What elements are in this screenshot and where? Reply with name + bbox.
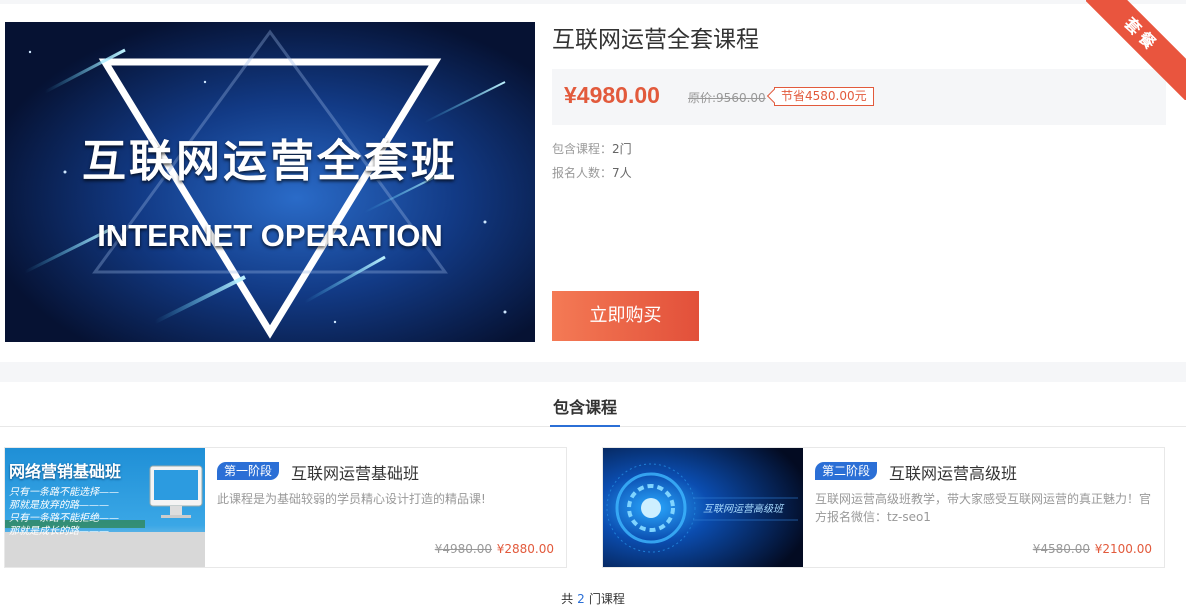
thumbnail-caption: 只有一条路不能选择—— 那就是放弃的路——— 只有一条路不能拒绝—— 那就是成长…: [9, 486, 119, 538]
included-courses-row: 包含课程：2门: [552, 137, 1166, 161]
course-count-number: 2: [577, 592, 585, 606]
top-divider: [0, 0, 1186, 4]
current-price: ¥4980.00: [564, 82, 660, 108]
card-original-price: ¥4580.00: [1032, 542, 1090, 556]
card-description: 互联网运营高级班教学，带大家感受互联网运营的真正魅力！官方报名微信：tz-seo…: [815, 492, 1152, 524]
course-info-panel: 互联网运营全套课程 ¥4980.00 原价:9560.00 节省4580.00元…: [552, 22, 1166, 341]
enrolled-count-value: 7人: [612, 166, 632, 180]
course-title: 互联网运营全套课程: [552, 27, 759, 53]
tab-bar: 包含课程: [0, 382, 1186, 427]
original-price: 原价:9560.00: [688, 91, 766, 105]
card-description: 此课程是为基础较弱的学员精心设计打造的精品课!: [217, 492, 486, 506]
card-course-name[interactable]: 互联网运营基础班: [291, 460, 419, 484]
course-meta: 包含课程：2门 报名人数：7人: [552, 137, 1166, 185]
buy-now-button[interactable]: 立即购买: [552, 291, 699, 341]
card-current-price: ¥2100.00: [1094, 542, 1152, 556]
stage-badge: 第一阶段: [217, 462, 280, 480]
thumbnail-caption-line: 只有一条路不能选择——: [9, 487, 119, 498]
thumbnail-caption-line: 只有一条路不能拒绝——: [9, 513, 119, 524]
course-banner-image: 互联网运营全套班 INTERNET OPERATION: [5, 22, 535, 342]
section-separator: [0, 362, 1186, 382]
card-course-name[interactable]: 互联网运营高级班: [889, 460, 1017, 484]
course-thumbnail: 网络营销基础班 只有一条路不能选择—— 那就是放弃的路——— 只有一条路不能拒绝…: [5, 448, 205, 567]
included-courses-value: 2门: [612, 142, 632, 156]
tab-included-courses[interactable]: 包含课程: [550, 394, 620, 427]
package-ribbon-label: 套餐: [1086, 0, 1186, 100]
course-count: 共 2 门课程: [0, 590, 1186, 607]
card-current-price: ¥2880.00: [496, 542, 554, 556]
banner-title-cn: 互联网运营全套班: [82, 136, 458, 187]
course-package-page: 互联网运营全套班 INTERNET OPERATION 互联网运营全套课程 ¥4…: [0, 0, 1186, 610]
course-count-suffix: 门课程: [588, 592, 625, 606]
card-original-price: ¥4980.00: [434, 542, 492, 556]
enrolled-count-label: 报名人数：: [552, 166, 613, 180]
package-ribbon: 套餐: [1086, 0, 1186, 100]
thumbnail-title: 互联网运营高级班: [703, 504, 783, 515]
course-count-prefix: 共: [561, 592, 574, 606]
savings-tag: 节省4580.00元: [774, 87, 874, 106]
stage-badge: 第二阶段: [815, 462, 878, 480]
included-courses-label: 包含课程：: [552, 142, 613, 156]
course-thumbnail: 互联网运营高级班: [603, 448, 803, 567]
thumbnail-caption-line: 那就是放弃的路———: [9, 500, 109, 511]
course-card[interactable]: 互联网运营高级班 第二阶段 互联网运营高级班 互联网运营高级班教学，带大家感受互…: [602, 447, 1165, 568]
enrolled-count-row: 报名人数：7人: [552, 161, 1166, 185]
thumbnail-caption-line: 那就是成长的路———: [9, 526, 109, 537]
thumbnail-title: 网络营销基础班: [9, 462, 122, 481]
banner-title-en: INTERNET OPERATION: [97, 218, 443, 253]
price-box: ¥4980.00 原价:9560.00 节省4580.00元: [552, 69, 1166, 125]
course-card[interactable]: 网络营销基础班 只有一条路不能选择—— 那就是放弃的路——— 只有一条路不能拒绝…: [4, 447, 567, 568]
